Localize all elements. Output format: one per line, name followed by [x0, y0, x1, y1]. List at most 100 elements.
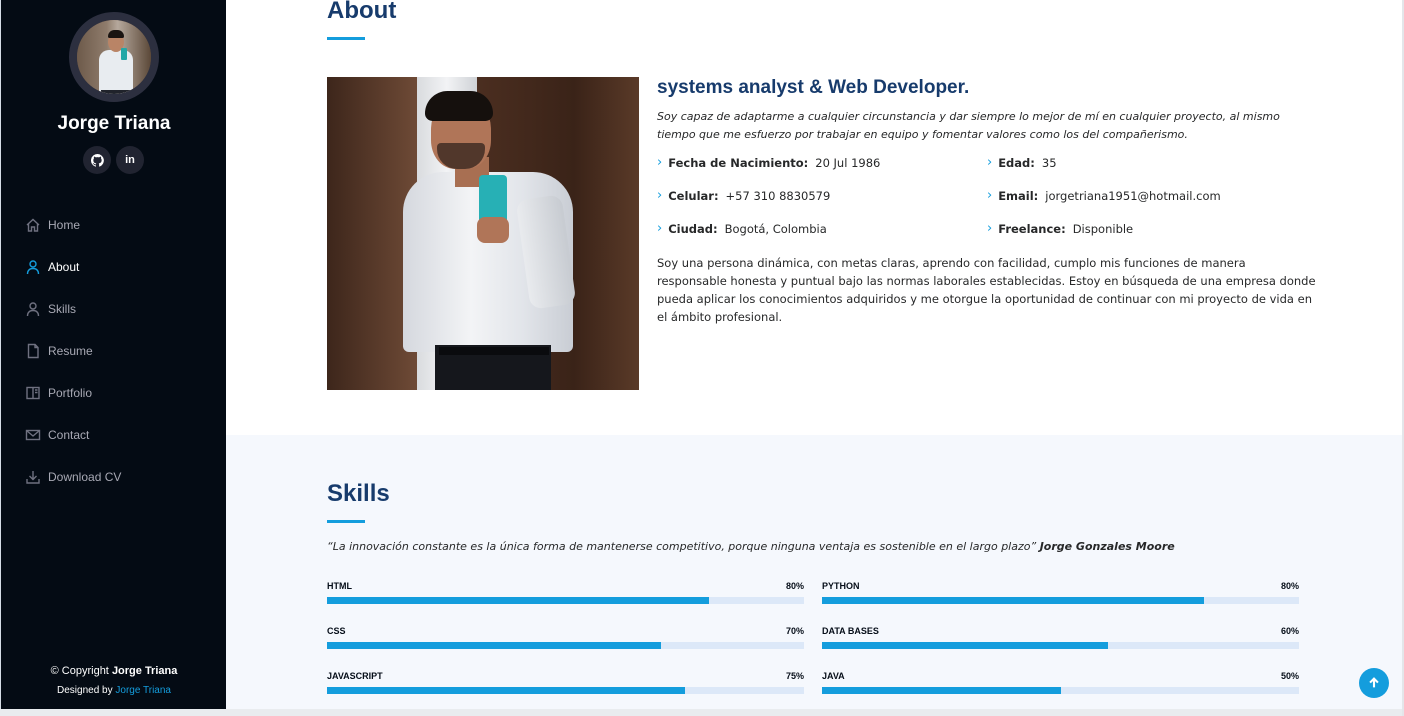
credits-prefix: Designed by	[57, 685, 113, 696]
sidebar-nav: Home About Skills Resume Portfolio Conta…	[25, 204, 215, 498]
skills-title: Skills	[327, 480, 390, 507]
chevron-right-icon: ›	[987, 188, 993, 203]
skill-name: JAVA	[822, 671, 845, 681]
about-lead: Soy capaz de adaptarme a cualquier circu…	[657, 110, 1280, 141]
chevron-right-icon: ›	[657, 221, 663, 236]
about-title: About	[327, 0, 397, 24]
skill-progress-fill	[822, 642, 1109, 649]
skill-name: JAVASCRIPT	[327, 671, 383, 681]
arrow-up-icon	[1367, 676, 1381, 690]
info-email: › Email: jorgetriana1951@hotmail.com	[987, 188, 1221, 203]
back-to-top-button[interactable]	[1359, 668, 1389, 698]
skill-percent: 70%	[785, 626, 804, 636]
quote-author: Jorge Gonzales Moore	[1039, 540, 1175, 553]
copyright-prefix: © Copyright	[50, 665, 109, 677]
skill-css: CSS 70%	[327, 626, 804, 649]
credits-link[interactable]: Jorge Triana	[115, 685, 171, 696]
info-city: › Ciudad: Bogotá, Colombia	[657, 221, 827, 236]
github-icon[interactable]	[83, 146, 111, 174]
skill-progress-fill	[327, 642, 661, 649]
skill-data-bases: DATA BASES 60%	[822, 626, 1299, 649]
info-label: Freelance:	[998, 221, 1066, 236]
skill-progress-fill	[822, 687, 1061, 694]
credits: Designed by Jorge Triana	[1, 685, 227, 696]
nav-item-about[interactable]: About	[25, 246, 215, 288]
home-icon	[25, 217, 41, 233]
info-label: Fecha de Nacimiento:	[668, 155, 809, 170]
info-birthdate: › Fecha de Nacimiento: 20 Jul 1986	[657, 155, 880, 170]
person-icon	[25, 259, 41, 275]
about-title-underline	[327, 37, 365, 40]
skill-progress-track	[327, 687, 804, 694]
role-title: systems analyst & Web Developer.	[657, 77, 970, 98]
nav-item-skills[interactable]: Skills	[25, 288, 215, 330]
skill-percent: 80%	[785, 581, 804, 591]
skill-name: HTML	[327, 581, 352, 591]
info-label: Edad:	[998, 155, 1035, 170]
page-bottom-strip	[0, 709, 1404, 716]
info-label: Celular:	[668, 188, 719, 203]
chevron-right-icon: ›	[987, 221, 993, 236]
profile-name: Jorge Triana	[57, 113, 171, 134]
download-icon	[25, 469, 41, 485]
envelope-icon	[25, 427, 41, 443]
profile-photo	[327, 77, 639, 390]
nav-label-download-cv: Download CV	[48, 470, 122, 484]
person-icon	[25, 301, 41, 317]
nav-label-resume: Resume	[48, 344, 93, 358]
skill-progress-fill	[327, 687, 685, 694]
copyright-name: Jorge Triana	[111, 665, 178, 677]
copyright: © Copyright Jorge Triana	[1, 665, 227, 677]
sidebar: Jorge Triana in Home About Skills Resume…	[0, 0, 226, 709]
skill-name: DATA BASES	[822, 626, 879, 636]
chevron-right-icon: ›	[657, 155, 663, 170]
info-value: +57 310 8830579	[725, 188, 831, 203]
info-value: Disponible	[1072, 221, 1134, 236]
info-value: 20 Jul 1986	[815, 155, 881, 170]
about-section: About systems analyst & Web Developer. S…	[226, 0, 1402, 435]
chevron-right-icon: ›	[657, 188, 663, 203]
skill-progress-fill	[327, 597, 709, 604]
skill-javascript: JAVASCRIPT 75%	[327, 671, 804, 694]
profile-avatar	[69, 12, 159, 102]
chevron-right-icon: ›	[987, 155, 993, 170]
linkedin-icon[interactable]: in	[116, 146, 144, 174]
skill-percent: 50%	[1280, 671, 1299, 681]
nav-item-home[interactable]: Home	[25, 204, 215, 246]
info-value: Bogotá, Colombia	[724, 221, 827, 236]
info-value: jorgetriana1951@hotmail.com	[1045, 188, 1221, 203]
nav-label-portfolio: Portfolio	[48, 386, 93, 400]
skill-progress-track	[822, 642, 1299, 649]
file-icon	[25, 343, 41, 359]
skills-section: Skills “La innovación constante es la ún…	[226, 435, 1402, 709]
nav-label-about: About	[48, 260, 80, 274]
linkedin-glyph: in	[125, 154, 135, 166]
info-phone: › Celular: +57 310 8830579	[657, 188, 830, 203]
info-label: Ciudad:	[668, 221, 718, 236]
about-bio: Soy una persona dinámica, con metas clar…	[657, 256, 1316, 324]
skill-html: HTML 80%	[327, 581, 804, 604]
skill-percent: 75%	[785, 671, 804, 681]
skill-java: JAVA 50%	[822, 671, 1299, 694]
book-icon	[25, 385, 41, 401]
skill-progress-track	[822, 687, 1299, 694]
nav-item-download-cv[interactable]: Download CV	[25, 456, 215, 498]
skill-progress-fill	[822, 597, 1204, 604]
skill-name: PYTHON	[822, 581, 860, 591]
skill-python: PYTHON 80%	[822, 581, 1299, 604]
nav-item-contact[interactable]: Contact	[25, 414, 215, 456]
info-label: Email:	[998, 188, 1039, 203]
nav-label-skills: Skills	[48, 302, 77, 316]
skill-progress-track	[822, 597, 1299, 604]
nav-label-home: Home	[48, 218, 81, 232]
skill-progress-track	[327, 597, 804, 604]
skill-percent: 60%	[1280, 626, 1299, 636]
nav-item-portfolio[interactable]: Portfolio	[25, 372, 215, 414]
skill-name: CSS	[327, 626, 346, 636]
info-value: 35	[1041, 155, 1057, 170]
skills-quote: “La innovación constante es la única for…	[327, 540, 1175, 553]
skills-title-underline	[327, 520, 365, 523]
info-freelance: › Freelance: Disponible	[987, 221, 1133, 236]
nav-label-contact: Contact	[48, 428, 90, 442]
nav-item-resume[interactable]: Resume	[25, 330, 215, 372]
